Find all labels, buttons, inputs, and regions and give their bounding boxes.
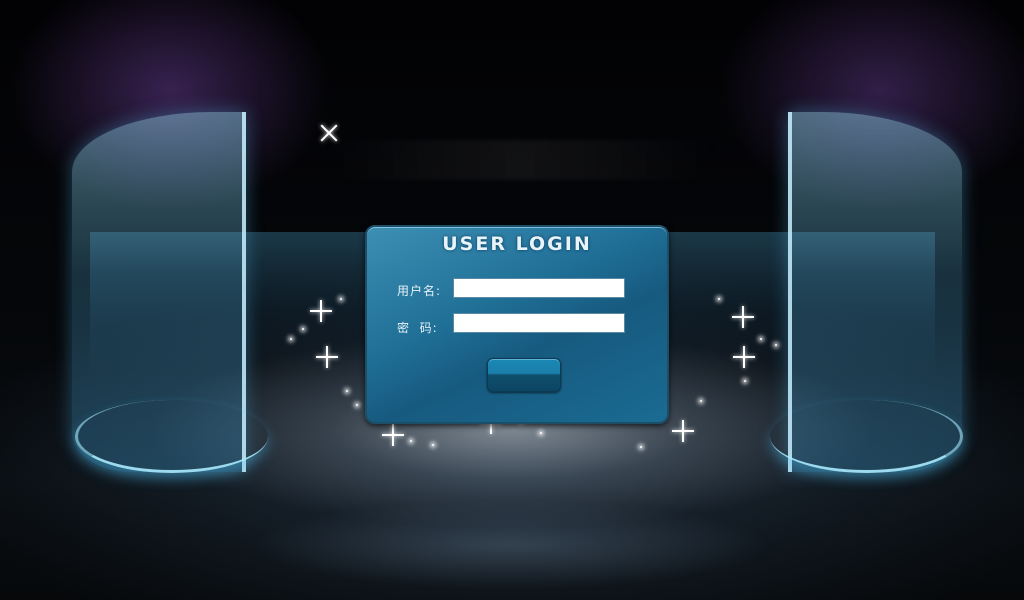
sparkle-icon xyxy=(672,420,694,442)
sparkle-dot xyxy=(744,380,746,382)
password-input[interactable] xyxy=(453,313,625,333)
username-input[interactable] xyxy=(453,278,625,298)
username-label: 用户名: xyxy=(397,284,442,298)
sparkle-dot xyxy=(410,440,412,442)
sparkle-icon xyxy=(733,346,755,368)
sparkle-icon xyxy=(316,346,338,368)
password-label: 密 码: xyxy=(397,321,438,335)
sparkle-dot xyxy=(540,432,542,434)
sparkle-dot xyxy=(775,344,777,346)
sparkle-dot xyxy=(302,328,304,330)
sparkle-dot xyxy=(340,298,342,300)
floor-reflection xyxy=(250,500,770,590)
sparkle-dot xyxy=(718,298,720,300)
right-glass-rim xyxy=(770,400,963,473)
sparkle-dot xyxy=(640,446,642,448)
sparkle-dot xyxy=(432,444,434,446)
left-glass-rim xyxy=(75,400,268,473)
sparkle-icon xyxy=(310,300,332,322)
sparkle-dot xyxy=(760,338,762,340)
login-screen: USER LOGIN 用户名: 密 码: xyxy=(0,0,1024,600)
sparkle-dot xyxy=(346,390,348,392)
sparkle-icon xyxy=(732,306,754,328)
sparkle-dot xyxy=(700,400,702,402)
sparkle-icon xyxy=(382,424,404,446)
sparkle-dot xyxy=(290,338,292,340)
login-title: USER LOGIN xyxy=(442,233,592,255)
sparkle-dot xyxy=(356,404,358,406)
login-panel: USER LOGIN 用户名: 密 码: xyxy=(365,225,669,424)
faint-header-graphic xyxy=(325,140,715,180)
login-button[interactable] xyxy=(487,358,561,392)
